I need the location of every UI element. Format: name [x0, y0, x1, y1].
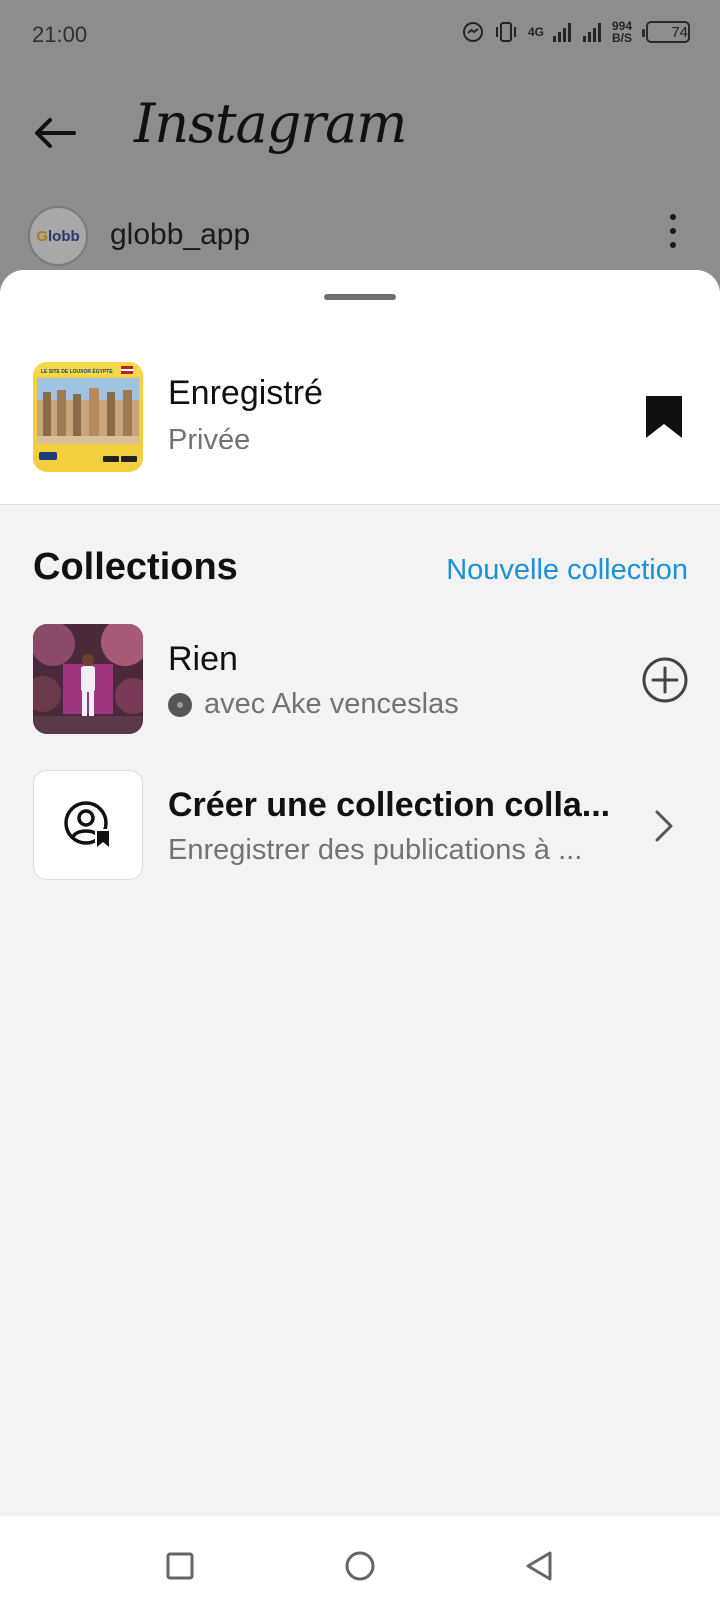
- net-speed: 994 B/S: [611, 19, 632, 45]
- messenger-notification-icon: [462, 21, 484, 43]
- app-header: Instagram: [0, 80, 720, 180]
- triangle-back-icon: [526, 1551, 552, 1581]
- bookmark-button[interactable]: [644, 394, 684, 440]
- saved-privacy: Privée: [168, 424, 251, 456]
- battery-level: 74: [671, 23, 688, 41]
- avatar[interactable]: Globb: [28, 206, 88, 266]
- collection-subtitle: avec Ake venceslas: [204, 688, 459, 720]
- username[interactable]: globb_app: [110, 218, 250, 252]
- circle-icon: [345, 1551, 375, 1581]
- plus-circle-icon: [642, 657, 688, 703]
- back-button[interactable]: [30, 108, 80, 158]
- post-header: Globb globb_app: [0, 200, 720, 270]
- saved-title: Enregistré: [168, 374, 323, 412]
- app-logo: Instagram: [134, 92, 407, 155]
- add-to-collection-button[interactable]: [641, 656, 689, 704]
- saved-thumbnail: LE SITE DE LOUXOR ÉGYPTE: [33, 362, 143, 472]
- status-icons: 4G 994 B/S 74: [462, 20, 690, 44]
- chevron-right-icon: [655, 810, 673, 842]
- more-options-button[interactable]: [670, 214, 680, 248]
- more-vertical-icon: [670, 214, 676, 220]
- create-collab-title: Créer une collection colla...: [168, 786, 611, 824]
- status-bar: 21:00 4G 994 B/S 74: [0, 0, 720, 72]
- new-collection-button[interactable]: Nouvelle collection: [446, 554, 688, 587]
- network-type: 4G: [527, 25, 544, 39]
- collection-collaborators: avec Ake venceslas: [168, 688, 459, 721]
- bookmark-filled-icon: [646, 396, 682, 438]
- collections-heading: Collections: [33, 546, 238, 588]
- signal-icon: [552, 21, 574, 43]
- saved-section: LE SITE DE LOUXOR ÉGYPTE Enregistré Priv…: [0, 270, 720, 505]
- collection-item[interactable]: Rien avec Ake venceslas: [0, 624, 720, 736]
- save-sheet: LE SITE DE LOUXOR ÉGYPTE Enregistré Priv…: [0, 270, 720, 1516]
- home-button[interactable]: [340, 1546, 380, 1586]
- battery-indicator: 74: [642, 21, 690, 43]
- create-collab-chevron[interactable]: [652, 806, 676, 846]
- recent-apps-button[interactable]: [160, 1546, 200, 1586]
- system-nav-bar: [0, 1516, 720, 1612]
- collection-thumbnail: [33, 624, 143, 734]
- collab-thumbnail: [33, 770, 143, 880]
- vibrate-icon: [492, 20, 520, 44]
- status-time: 21:00: [32, 22, 88, 47]
- back-nav-button[interactable]: [520, 1546, 560, 1586]
- create-collab-subtitle: Enregistrer des publications à ...: [168, 834, 583, 866]
- signal-icon-2: [582, 21, 604, 43]
- svg-text:LE SITE DE LOUXOR ÉGYPTE: LE SITE DE LOUXOR ÉGYPTE: [41, 367, 113, 375]
- person-bookmark-icon: [64, 801, 111, 847]
- background-app: 21:00 4G 994 B/S 74 Instagram G lobb glo…: [0, 0, 720, 290]
- sheet-drag-handle[interactable]: [324, 294, 396, 300]
- arrow-left-icon: [35, 118, 76, 148]
- collection-title: Rien: [168, 640, 238, 678]
- square-icon: [166, 1552, 194, 1580]
- create-collab-collection[interactable]: Créer une collection colla... Enregistre…: [0, 770, 720, 882]
- collaborator-avatar: [168, 692, 192, 717]
